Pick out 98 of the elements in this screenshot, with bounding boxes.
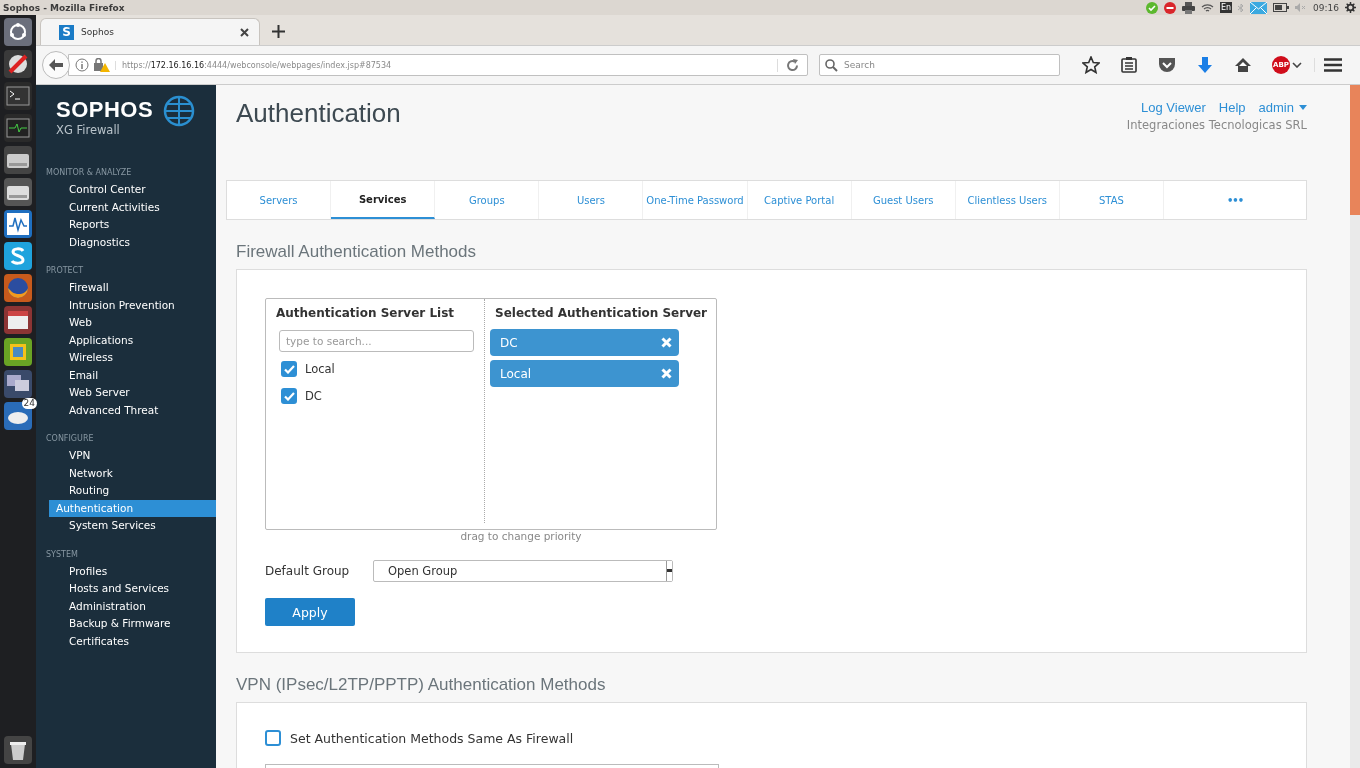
nav-item[interactable]: VPN (49, 447, 216, 465)
drive-icon[interactable] (4, 146, 32, 174)
network-computers-icon[interactable] (4, 370, 32, 398)
nav-item[interactable]: Web Server (49, 384, 216, 402)
clock[interactable]: 09:16 (1313, 2, 1339, 13)
checkbox-label: DC (305, 389, 322, 403)
hint-text: drag to change priority (459, 530, 583, 542)
nav-item[interactable]: Routing (49, 482, 216, 500)
back-button[interactable] (42, 51, 70, 79)
column-title: Selected Authentication Server (495, 306, 708, 320)
organization-name: Integraciones Tecnologicas SRL (1126, 118, 1307, 132)
checkbox[interactable] (265, 730, 281, 746)
system-monitor-icon[interactable] (4, 114, 32, 142)
mail-icon[interactable] (1250, 1, 1268, 14)
caret-icon[interactable] (1290, 62, 1304, 68)
nav-item[interactable]: Certificates (49, 632, 216, 650)
section-heading: SYSTEM (45, 548, 79, 561)
caret-icon (1299, 105, 1307, 110)
nav-item[interactable]: Diagnostics (49, 233, 216, 251)
terminal-icon[interactable] (4, 82, 32, 110)
battery-icon[interactable] (1273, 3, 1290, 12)
wifi-icon[interactable] (1200, 2, 1214, 13)
section-heading: MONITOR & ANALYZE (45, 167, 133, 179)
nav-item[interactable]: Email (49, 366, 216, 384)
nav-item[interactable]: Web (49, 314, 216, 332)
chart-window-icon[interactable] (4, 210, 32, 238)
tab[interactable]: Services (331, 181, 436, 219)
checkbox[interactable] (281, 361, 297, 377)
no-entry-icon[interactable] (1163, 1, 1176, 14)
checkbox[interactable] (281, 388, 297, 404)
address-field[interactable]: https://172.16.16.16:4444/webconsole/webpages/index.jsp#87534 (68, 54, 808, 76)
notification-badge: 24 (21, 398, 37, 409)
section-title: VPN (IPsec/L2TP/PPTP) Authentication Methods (236, 675, 607, 695)
nav-item[interactable]: Advanced Threat (49, 401, 216, 419)
product-name: XG Firewall (56, 123, 121, 137)
tab[interactable]: One-Time Password (643, 181, 748, 219)
nav-item[interactable]: Authentication (49, 499, 216, 517)
field-label: Default Group (265, 564, 351, 578)
nav-item[interactable]: Backup & Firmware (49, 615, 216, 633)
window-title: Sophos - Mozilla Firefox (3, 2, 125, 13)
tab[interactable]: Groups (435, 181, 540, 219)
browser-tab[interactable]: S Sophos (40, 18, 260, 45)
scrollbar-thumb[interactable] (1350, 85, 1360, 215)
letter-s-app-icon[interactable] (4, 242, 32, 270)
column-title: Authentication Server List (276, 306, 456, 320)
nav-item[interactable]: Reports (49, 216, 216, 234)
scrollbar[interactable] (1350, 85, 1360, 768)
apply-button[interactable]: Apply (265, 598, 355, 626)
url-text: https://172.16.16.16:4444/webconsole/webpages/index.jsp#87534 (115, 60, 773, 70)
nav-item[interactable]: Profiles (49, 562, 216, 580)
keyboard-layout-indicator[interactable]: En (1219, 2, 1233, 13)
nav-item[interactable]: Wireless (49, 349, 216, 367)
globe-icon (163, 95, 196, 127)
nav-item[interactable]: Current Activities (49, 198, 216, 216)
nav-item[interactable]: Control Center (49, 181, 216, 199)
ubuntu-logo-icon[interactable] (4, 18, 32, 46)
section-heading: PROTECT (45, 265, 85, 277)
warning-lock-icon[interactable] (93, 58, 111, 72)
caret-icon (666, 561, 672, 581)
search-icon (825, 58, 838, 72)
trash-icon[interactable] (4, 736, 32, 764)
tab[interactable]: Guest Users (851, 181, 956, 219)
remove-icon[interactable] (661, 368, 672, 379)
brand-logo: SOPHOS (56, 97, 154, 123)
search-field[interactable]: type to search... (279, 330, 474, 352)
tab-title: Sophos (81, 27, 115, 37)
tab[interactable]: Servers (227, 181, 332, 219)
group-dropdown[interactable]: Open Group (373, 560, 673, 582)
printer-icon[interactable] (1181, 1, 1195, 14)
checkbox-label: Set Authentication Methods Same As Firewall (290, 730, 574, 746)
close-icon[interactable] (240, 27, 249, 37)
info-icon[interactable] (75, 58, 89, 72)
tab[interactable]: Captive Portal (747, 181, 852, 219)
back-arrow-icon (49, 59, 63, 71)
tab[interactable]: STAS (1059, 181, 1164, 219)
remove-icon[interactable] (661, 337, 672, 348)
more-button[interactable]: ••• (1226, 194, 1244, 206)
page-title: Authentication (236, 98, 401, 130)
archive-icon[interactable] (4, 306, 32, 334)
nav-item[interactable]: Network (49, 464, 216, 482)
search-placeholder: Search (844, 60, 875, 70)
section-title: Firewall Authentication Methods (236, 242, 478, 262)
nav-item[interactable]: Intrusion Prevention (49, 296, 216, 314)
drive-icon[interactable] (4, 178, 32, 206)
new-tab-icon[interactable] (272, 25, 285, 38)
gear-icon[interactable] (1345, 2, 1356, 13)
nav-item[interactable]: Applications (49, 331, 216, 349)
tab[interactable]: Users (539, 181, 644, 219)
nav-item[interactable]: Hosts and Services (49, 580, 216, 598)
nav-item[interactable]: Administration (49, 597, 216, 615)
search-field[interactable]: Search (819, 54, 1060, 76)
check-icon[interactable] (1145, 1, 1158, 14)
tab[interactable]: Clientless Users (955, 181, 1060, 219)
section-heading: CONFIGURE (45, 433, 95, 445)
favicon-icon: S (59, 24, 74, 40)
nav-item[interactable]: System Services (49, 517, 216, 535)
checkbox-label: Local (305, 362, 335, 376)
nav-item[interactable]: Firewall (49, 279, 216, 297)
